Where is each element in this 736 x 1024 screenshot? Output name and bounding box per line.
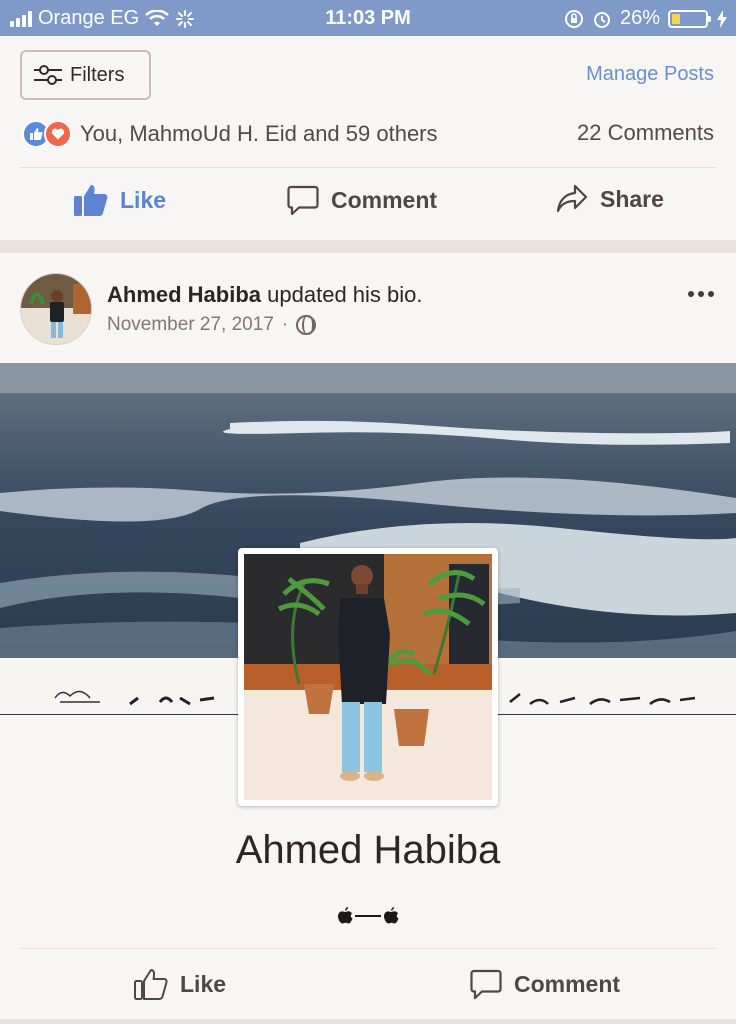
- alarm-icon: [593, 11, 610, 28]
- status-bar: Orange EG 11:03 PM 26%: [0, 0, 736, 36]
- bio-name: Ahmed Habiba: [235, 828, 501, 872]
- share-label: Share: [600, 185, 664, 212]
- divider: [20, 948, 716, 949]
- share-arrow-icon: [556, 184, 588, 213]
- apple-logo-icon: [338, 907, 353, 924]
- comment-button[interactable]: Comment: [287, 184, 437, 216]
- profile-picture[interactable]: [238, 548, 498, 806]
- comment-button[interactable]: Comment: [470, 968, 620, 1000]
- divider: [20, 167, 716, 168]
- filter-sliders-icon: [34, 65, 62, 85]
- lock-rotation-icon: [564, 9, 583, 28]
- post-header-text: Ahmed Habiba updated his bio.: [107, 282, 423, 308]
- love-reaction-icon: [44, 120, 72, 148]
- bio-text: [0, 903, 736, 929]
- globe-icon: [296, 315, 317, 335]
- post-action-bar: Like Comment Share: [0, 184, 736, 224]
- comment-bubble-icon: [470, 969, 502, 1000]
- apple-logo-icon: [384, 907, 399, 924]
- bio-dash: [355, 915, 381, 917]
- battery-fill: [672, 13, 680, 24]
- battery-percent: 26%: [619, 7, 660, 29]
- filters-label: Filters: [70, 63, 125, 86]
- like-label: Like: [120, 186, 167, 213]
- more-dots-icon[interactable]: [688, 291, 714, 297]
- thumbs-up-icon: [74, 185, 108, 216]
- post-activity: updated his bio.: [267, 282, 423, 307]
- reactions-summary[interactable]: You, MahmoUd H. Eid and 59 others: [22, 120, 438, 148]
- author-avatar[interactable]: [20, 273, 92, 345]
- feed-separator: [0, 1019, 736, 1024]
- previous-post-card: Filters Manage Posts You, MahmoUd H. Eid…: [0, 36, 736, 240]
- feed-separator: [0, 240, 736, 253]
- battery-icon: [668, 9, 711, 28]
- thumbs-up-icon: [134, 969, 168, 1000]
- meta-separator: ·: [281, 314, 289, 335]
- comment-label: Comment: [331, 186, 438, 213]
- like-button[interactable]: Like: [74, 184, 166, 216]
- like-label: Like: [180, 970, 227, 997]
- reaction-icons: [22, 120, 72, 148]
- bio-update-post: Ahmed Habiba updated his bio. November 2…: [0, 253, 736, 1024]
- post-date[interactable]: November 27, 2017: [107, 314, 274, 336]
- comment-bubble-icon: [287, 185, 319, 216]
- manage-posts-link[interactable]: Manage Posts: [586, 63, 714, 86]
- post-meta: November 27, 2017 ·: [107, 314, 317, 336]
- comment-label: Comment: [514, 970, 621, 997]
- reactions-text: You, MahmoUd H. Eid and 59 others: [80, 121, 438, 146]
- charging-icon: [717, 9, 727, 28]
- comments-count-link[interactable]: 22 Comments: [577, 120, 714, 146]
- author-name[interactable]: Ahmed Habiba: [107, 282, 261, 307]
- share-button[interactable]: Share: [556, 184, 664, 214]
- filters-button[interactable]: Filters: [20, 50, 151, 100]
- like-button[interactable]: Like: [134, 968, 226, 1000]
- status-right: 26%: [564, 7, 728, 30]
- post-action-bar: Like Comment: [0, 968, 736, 1008]
